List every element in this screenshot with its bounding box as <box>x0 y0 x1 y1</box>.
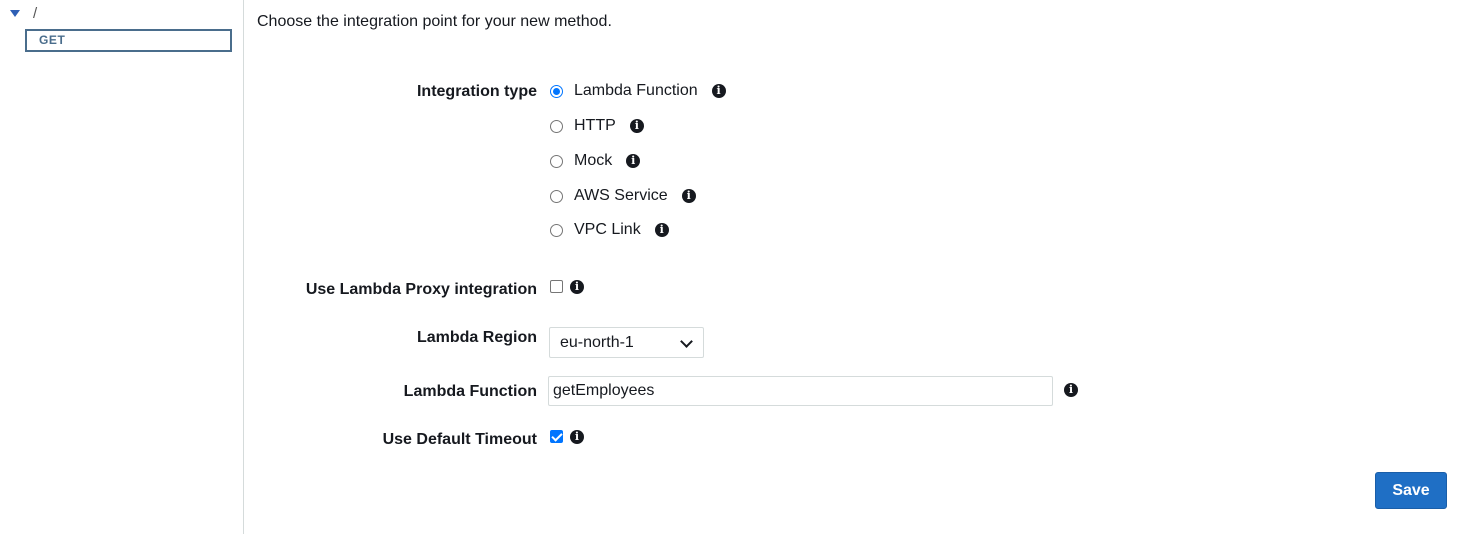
caret-down-icon[interactable] <box>10 9 20 17</box>
lambda-region-label: Lambda Region <box>416 329 537 346</box>
info-icon[interactable]: i <box>681 189 696 203</box>
radio-button[interactable] <box>550 189 563 203</box>
lambda-region-value: eu-north-1 <box>560 334 634 351</box>
radio-http[interactable]: HTTP i <box>548 115 644 137</box>
default-timeout-checkbox[interactable] <box>550 430 563 443</box>
radio-label[interactable]: AWS Service <box>574 187 668 205</box>
radio-label[interactable]: Mock <box>574 152 612 170</box>
lambda-function-input[interactable] <box>548 376 1053 406</box>
method-get-node[interactable]: GET <box>25 29 232 52</box>
tree-root[interactable]: / <box>10 4 37 22</box>
radio-label[interactable]: HTTP <box>574 117 616 135</box>
intro-text: Choose the integration point for your ne… <box>257 13 612 30</box>
info-icon[interactable]: i <box>570 430 584 444</box>
info-icon[interactable]: i <box>626 154 641 168</box>
radio-button[interactable] <box>550 154 563 168</box>
radio-label[interactable]: VPC Link <box>574 221 641 239</box>
lambda-function-label: Lambda Function <box>403 383 537 400</box>
info-icon[interactable]: i <box>654 223 669 237</box>
proxy-integration-checkbox[interactable] <box>550 280 563 293</box>
radio-vpc-link[interactable]: VPC Link i <box>548 219 669 241</box>
resource-tree: / GET <box>0 0 244 534</box>
integration-type-label: Integration type <box>416 83 537 100</box>
save-button[interactable]: Save <box>1375 472 1447 509</box>
info-icon[interactable]: i <box>711 84 726 98</box>
default-timeout-label: Use Default Timeout <box>382 431 537 448</box>
radio-mock[interactable]: Mock i <box>548 150 641 172</box>
radio-button[interactable] <box>550 84 563 98</box>
radio-lambda-function[interactable]: Lambda Function i <box>548 80 726 102</box>
radio-label[interactable]: Lambda Function <box>574 82 698 100</box>
radio-button[interactable] <box>550 119 563 133</box>
lambda-region-select[interactable]: eu-north-1 <box>549 327 704 358</box>
info-icon[interactable]: i <box>570 280 584 294</box>
root-path-label[interactable]: / <box>33 5 37 22</box>
radio-aws-service[interactable]: AWS Service i <box>548 185 696 207</box>
radio-button[interactable] <box>550 223 563 237</box>
proxy-integration-label: Use Lambda Proxy integration <box>305 281 537 298</box>
info-icon[interactable]: i <box>629 119 644 133</box>
info-icon[interactable]: i <box>1064 383 1078 397</box>
chevron-down-icon[interactable] <box>680 335 693 348</box>
